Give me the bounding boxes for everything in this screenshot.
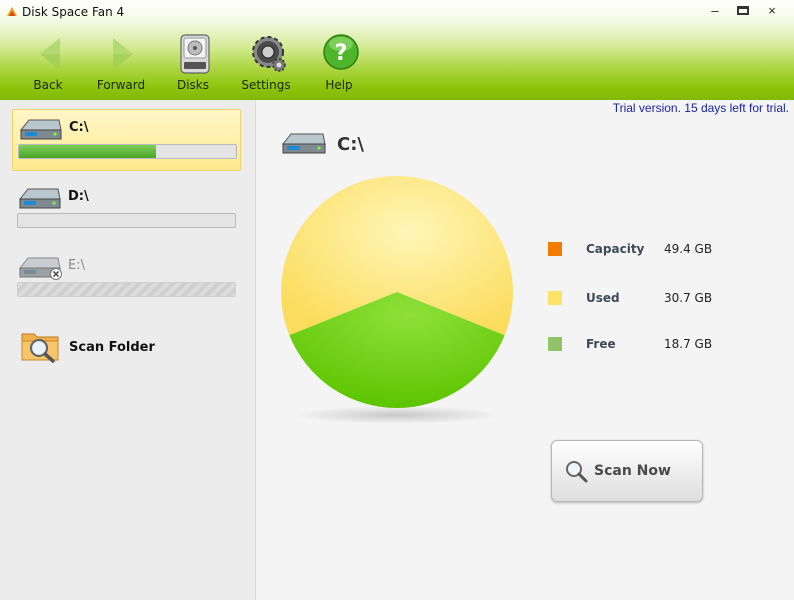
maximize-button[interactable] xyxy=(731,2,755,20)
legend-free: Free 18.7 GB xyxy=(548,335,768,353)
drive-item-d[interactable]: D:\ xyxy=(12,179,241,241)
drive-label: C:\ xyxy=(69,120,89,135)
settings-button[interactable]: Settings xyxy=(234,30,298,94)
hard-drive-icon xyxy=(281,133,326,154)
close-button[interactable]: × xyxy=(760,2,784,20)
legend-swatch xyxy=(548,337,562,351)
gear-icon xyxy=(252,36,286,72)
drive-usage-bar xyxy=(17,213,236,228)
hard-drive-icon xyxy=(18,188,61,209)
drive-sidebar: C:\ D:\ E:\ Scan Folder xyxy=(0,100,256,600)
legend-name: Used xyxy=(586,291,620,305)
scan-folder-label: Scan Folder xyxy=(69,340,155,355)
help-icon: ? xyxy=(323,34,359,70)
scan-folder-button[interactable]: Scan Folder xyxy=(20,326,220,366)
forward-arrow-icon xyxy=(113,38,133,70)
legend-swatch xyxy=(548,242,562,256)
legend-name: Capacity xyxy=(586,242,645,256)
title-bar: Disk Space Fan 4 – × xyxy=(0,0,794,24)
app-logo-icon xyxy=(7,7,17,16)
disk-usage-pie-chart xyxy=(279,174,519,434)
trial-notice[interactable]: Trial version. 15 days left for trial. xyxy=(613,101,789,115)
scan-now-label: Scan Now xyxy=(594,463,671,479)
help-glyph: ? xyxy=(335,41,348,66)
legend-swatch xyxy=(548,291,562,305)
drive-label: D:\ xyxy=(68,189,89,204)
minimize-button[interactable]: – xyxy=(703,2,727,20)
legend-value: 30.7 GB xyxy=(664,291,713,305)
legend-value: 49.4 GB xyxy=(664,242,713,256)
drive-usage-bar xyxy=(18,144,237,159)
hard-drive-icon xyxy=(19,119,62,140)
drive-item-e[interactable]: E:\ xyxy=(12,248,241,310)
legend-used: Used 30.7 GB xyxy=(548,289,768,307)
drive-usage-fill xyxy=(19,145,156,158)
magnifier-icon xyxy=(566,461,588,483)
disks-label: Disks xyxy=(176,78,210,92)
forward-button[interactable]: Forward xyxy=(89,30,153,94)
back-button[interactable]: Back xyxy=(16,30,80,94)
drive-usage-bar xyxy=(17,282,236,297)
back-arrow-icon xyxy=(40,38,60,70)
back-label: Back xyxy=(33,78,63,92)
toolbar-area: Disk Space Fan 4 – × Back Forward Disks xyxy=(0,0,794,100)
folder-search-icon xyxy=(21,333,59,363)
pie-chart-svg xyxy=(281,176,513,424)
hard-drive-unavailable-icon xyxy=(18,257,62,280)
legend-capacity: Capacity 49.4 GB xyxy=(548,240,768,258)
drive-item-c[interactable]: C:\ xyxy=(12,109,241,171)
help-button[interactable]: ? Help xyxy=(307,30,371,94)
forward-label: Forward xyxy=(96,78,146,92)
legend-value: 18.7 GB xyxy=(664,337,713,351)
current-drive-label: C:\ xyxy=(337,134,364,155)
disk-drive-icon xyxy=(180,34,210,74)
pie-shadow xyxy=(293,406,501,424)
help-label: Help xyxy=(325,78,353,92)
legend-name: Free xyxy=(586,337,616,351)
window-title: Disk Space Fan 4 xyxy=(22,5,125,19)
maximize-icon xyxy=(737,6,749,15)
scan-now-button[interactable]: Scan Now xyxy=(551,440,703,502)
main-panel: Trial version. 15 days left for trial. C… xyxy=(257,100,794,600)
settings-label: Settings xyxy=(241,78,291,92)
drive-label: E:\ xyxy=(68,258,85,273)
disks-button[interactable]: Disks xyxy=(161,30,225,94)
